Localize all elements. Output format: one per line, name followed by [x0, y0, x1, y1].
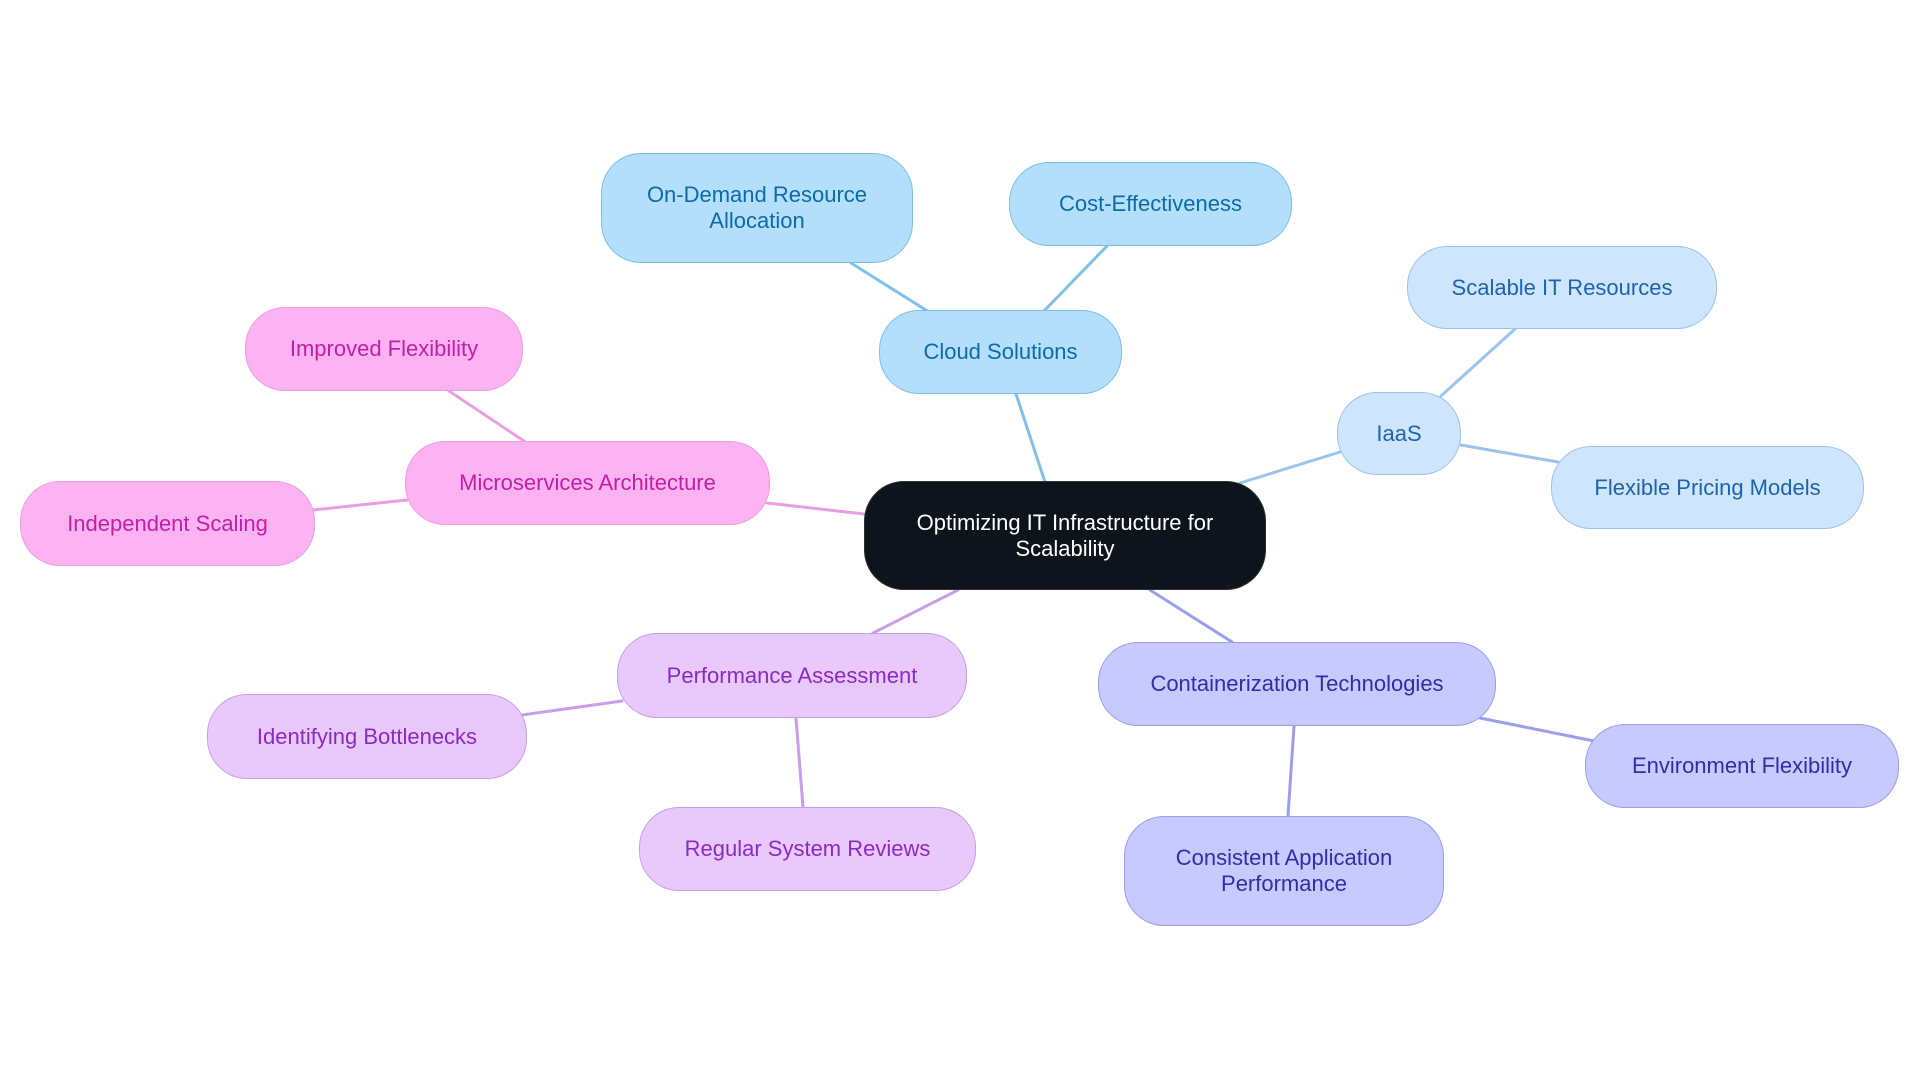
leaf-node-independent-scaling[interactable]: Independent Scaling — [20, 481, 315, 566]
leaf-node-environment-flexibility[interactable]: Environment Flexibility — [1585, 724, 1899, 808]
edge-container — [1148, 588, 1234, 644]
edge-scalable-it — [1439, 327, 1517, 398]
root-node[interactable]: Optimizing IT Infrastructure for Scalabi… — [864, 481, 1266, 590]
leaf-node-cost-effectiveness[interactable]: Cost-Effectiveness — [1009, 162, 1292, 246]
node-label: Environment Flexibility — [1631, 753, 1853, 778]
leaf-node-on-demand-resource-allocation[interactable]: On-Demand Resource Allocation — [601, 153, 913, 263]
node-label: Consistent Application Performance — [1175, 845, 1393, 896]
edge-perf — [871, 588, 960, 635]
edge-regular — [794, 716, 805, 809]
node-label: Performance Assessment — [666, 662, 918, 688]
node-label: Regular System Reviews — [684, 836, 931, 861]
node-label: Identifying Bottlenecks — [256, 723, 478, 749]
leaf-node-scalable-it-resources[interactable]: Scalable IT Resources — [1407, 246, 1717, 329]
node-label: Microservices Architecture — [459, 470, 716, 495]
edge-cloud — [1014, 392, 1047, 484]
edge-micro — [765, 501, 866, 516]
edge-independent — [311, 498, 409, 512]
node-label: Cost-Effectiveness — [1058, 191, 1242, 216]
branch-node-iaas[interactable]: IaaS — [1337, 392, 1461, 475]
node-label: Improved Flexibility — [289, 336, 479, 361]
node-label: Containerization Technologies — [1150, 671, 1444, 696]
node-label: Scalable IT Resources — [1451, 274, 1673, 300]
leaf-node-identifying-bottlenecks[interactable]: Identifying Bottlenecks — [207, 694, 527, 779]
edge-env-flex — [1478, 716, 1596, 743]
node-label: IaaS — [1376, 420, 1422, 446]
node-label: Independent Scaling — [67, 510, 268, 536]
edge-consistent — [1286, 724, 1296, 818]
branch-node-performance-assessment[interactable]: Performance Assessment — [617, 633, 967, 718]
edge-improved-flex — [447, 389, 526, 443]
edge-cost-eff — [1041, 244, 1109, 314]
node-label: Cloud Solutions — [923, 339, 1078, 364]
edge-iaas — [1238, 450, 1342, 485]
branch-node-microservices-architecture[interactable]: Microservices Architecture — [405, 441, 770, 525]
leaf-node-flexible-pricing-models[interactable]: Flexible Pricing Models — [1551, 446, 1864, 529]
leaf-node-improved-flexibility[interactable]: Improved Flexibility — [245, 307, 523, 391]
leaf-node-consistent-application-performance[interactable]: Consistent Application Performance — [1124, 816, 1444, 926]
edge-identifying — [520, 699, 624, 717]
node-label: On-Demand Resource Allocation — [646, 182, 868, 233]
leaf-node-regular-system-reviews[interactable]: Regular System Reviews — [639, 807, 976, 891]
branch-node-containerization-technologies[interactable]: Containerization Technologies — [1098, 642, 1496, 726]
edge-flex-pricing — [1459, 443, 1560, 464]
branch-node-cloud-solutions[interactable]: Cloud Solutions — [879, 310, 1122, 394]
node-label: Flexible Pricing Models — [1594, 474, 1821, 500]
root-node-label: Optimizing IT Infrastructure for Scalabi… — [916, 509, 1214, 561]
edge-on-demand — [849, 261, 931, 314]
